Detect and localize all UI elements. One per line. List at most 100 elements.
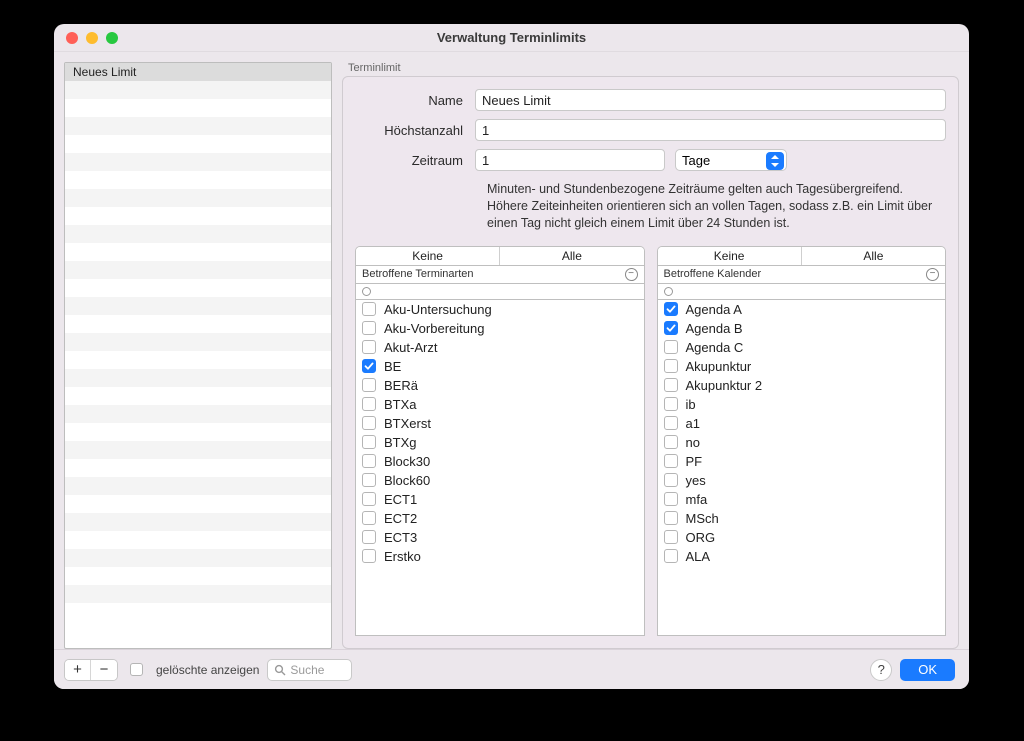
limits-list-row[interactable] bbox=[65, 405, 331, 423]
kalender-item[interactable]: PF bbox=[658, 452, 946, 471]
ok-button[interactable]: OK bbox=[900, 659, 955, 681]
minus-circle-icon[interactable]: − bbox=[926, 268, 939, 281]
terminarten-filter-row[interactable] bbox=[355, 284, 645, 300]
checkbox-icon bbox=[362, 511, 376, 525]
limits-list-row[interactable] bbox=[65, 207, 331, 225]
period-unit-select[interactable]: Tage bbox=[675, 149, 787, 171]
limits-list-row[interactable] bbox=[65, 171, 331, 189]
limits-list-row[interactable] bbox=[65, 387, 331, 405]
limits-list-row[interactable] bbox=[65, 603, 331, 621]
limits-list-row[interactable] bbox=[65, 225, 331, 243]
checkbox-icon bbox=[362, 473, 376, 487]
terminarten-list[interactable]: Aku-UntersuchungAku-VorbereitungAkut-Arz… bbox=[355, 300, 645, 636]
terminarten-item-label: BTXg bbox=[384, 435, 417, 450]
period-value-input[interactable] bbox=[475, 149, 665, 171]
limits-list-row[interactable] bbox=[65, 99, 331, 117]
search-input[interactable]: Suche bbox=[267, 659, 352, 681]
kalender-item[interactable]: Akupunktur bbox=[658, 357, 946, 376]
terminarten-item[interactable]: Block30 bbox=[356, 452, 644, 471]
limits-list-row[interactable] bbox=[65, 315, 331, 333]
checkbox-icon bbox=[664, 492, 678, 506]
limits-list-row[interactable] bbox=[65, 513, 331, 531]
terminarten-item[interactable]: Block60 bbox=[356, 471, 644, 490]
limits-list-row[interactable] bbox=[65, 117, 331, 135]
kalender-filter-row[interactable] bbox=[657, 284, 947, 300]
checkbox-icon bbox=[664, 416, 678, 430]
kalender-item[interactable]: ALA bbox=[658, 547, 946, 566]
kalender-item[interactable]: no bbox=[658, 433, 946, 452]
kalender-item[interactable]: ORG bbox=[658, 528, 946, 547]
kalender-item[interactable]: Agenda B bbox=[658, 319, 946, 338]
limits-list-row[interactable] bbox=[65, 81, 331, 99]
limits-list-row[interactable] bbox=[65, 153, 331, 171]
limits-list-row[interactable] bbox=[65, 351, 331, 369]
terminarten-item[interactable]: Akut-Arzt bbox=[356, 338, 644, 357]
terminarten-none-button[interactable]: Keine bbox=[356, 247, 500, 265]
show-deleted-checkbox[interactable]: gelöschte anzeigen bbox=[130, 663, 259, 677]
limits-list-row[interactable] bbox=[65, 495, 331, 513]
terminarten-item-label: ECT3 bbox=[384, 530, 417, 545]
terminarten-item[interactable]: Aku-Vorbereitung bbox=[356, 319, 644, 338]
checkbox-icon bbox=[362, 359, 376, 373]
kalender-none-button[interactable]: Keine bbox=[658, 247, 802, 265]
kalender-item[interactable]: ib bbox=[658, 395, 946, 414]
limits-list-row[interactable]: Neues Limit bbox=[65, 63, 331, 81]
limits-list-row[interactable] bbox=[65, 477, 331, 495]
terminarten-item[interactable]: BE bbox=[356, 357, 644, 376]
group-label: Terminlimit bbox=[342, 62, 959, 76]
kalender-all-button[interactable]: Alle bbox=[802, 247, 945, 265]
checkbox-icon bbox=[362, 416, 376, 430]
checkbox-icon bbox=[664, 340, 678, 354]
name-input[interactable] bbox=[475, 89, 946, 111]
terminarten-item[interactable]: BTXg bbox=[356, 433, 644, 452]
limits-list-row[interactable] bbox=[65, 459, 331, 477]
zoom-window-button[interactable] bbox=[106, 32, 118, 44]
terminarten-item[interactable]: Aku-Untersuchung bbox=[356, 300, 644, 319]
kalender-item[interactable]: a1 bbox=[658, 414, 946, 433]
limits-list-row[interactable] bbox=[65, 567, 331, 585]
minimize-window-button[interactable] bbox=[86, 32, 98, 44]
limits-list-row[interactable] bbox=[65, 441, 331, 459]
terminarten-item[interactable]: BTXa bbox=[356, 395, 644, 414]
terminarten-item[interactable]: Erstko bbox=[356, 547, 644, 566]
remove-button[interactable]: − bbox=[91, 660, 117, 680]
help-button[interactable]: ? bbox=[870, 659, 892, 681]
checkbox-icon bbox=[362, 378, 376, 392]
limits-list-row[interactable] bbox=[65, 135, 331, 153]
terminarten-item[interactable]: ECT1 bbox=[356, 490, 644, 509]
limits-list-row[interactable] bbox=[65, 585, 331, 603]
limits-list-row[interactable] bbox=[65, 261, 331, 279]
kalender-list[interactable]: Agenda AAgenda BAgenda CAkupunkturAkupun… bbox=[657, 300, 947, 636]
kalender-item-label: ib bbox=[686, 397, 696, 412]
close-window-button[interactable] bbox=[66, 32, 78, 44]
limits-list-row[interactable] bbox=[65, 369, 331, 387]
checkbox-icon bbox=[664, 473, 678, 487]
max-input[interactable] bbox=[475, 119, 946, 141]
terminarten-item[interactable]: BERä bbox=[356, 376, 644, 395]
minus-circle-icon[interactable]: − bbox=[625, 268, 638, 281]
limits-list-row[interactable] bbox=[65, 297, 331, 315]
limits-list-row[interactable] bbox=[65, 243, 331, 261]
terminarten-item[interactable]: ECT2 bbox=[356, 509, 644, 528]
kalender-item[interactable]: Agenda C bbox=[658, 338, 946, 357]
kalender-item[interactable]: mfa bbox=[658, 490, 946, 509]
search-icon bbox=[274, 664, 286, 676]
limits-list-row[interactable] bbox=[65, 423, 331, 441]
limits-list-row[interactable] bbox=[65, 333, 331, 351]
limits-list-row[interactable] bbox=[65, 531, 331, 549]
limits-list-row[interactable] bbox=[65, 279, 331, 297]
footer: + − gelöschte anzeigen Suche ? OK bbox=[54, 649, 969, 689]
kalender-item[interactable]: MSch bbox=[658, 509, 946, 528]
limits-list-row[interactable] bbox=[65, 189, 331, 207]
terminarten-item[interactable]: ECT3 bbox=[356, 528, 644, 547]
terminarten-item[interactable]: BTXerst bbox=[356, 414, 644, 433]
limits-list[interactable]: Neues Limit bbox=[64, 62, 332, 649]
kalender-item[interactable]: yes bbox=[658, 471, 946, 490]
kalender-item[interactable]: Agenda A bbox=[658, 300, 946, 319]
add-button[interactable]: + bbox=[65, 660, 91, 680]
limits-list-row[interactable] bbox=[65, 549, 331, 567]
terminarten-all-button[interactable]: Alle bbox=[500, 247, 643, 265]
terminarten-item-label: BTXerst bbox=[384, 416, 431, 431]
checkbox-icon bbox=[664, 530, 678, 544]
kalender-item[interactable]: Akupunktur 2 bbox=[658, 376, 946, 395]
